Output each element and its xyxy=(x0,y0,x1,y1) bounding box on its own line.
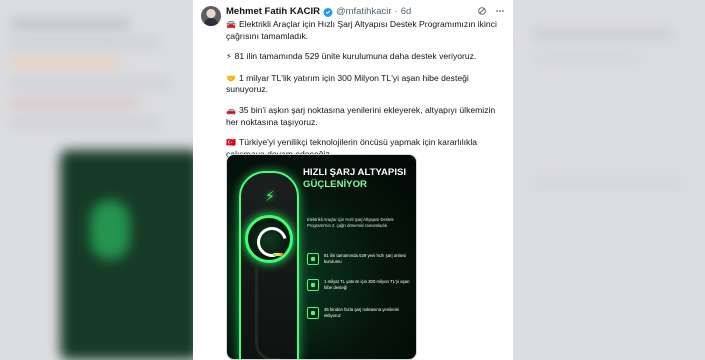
paragraph-text: 81 ilin tamamında 529 ünite kurulumuna d… xyxy=(234,51,477,62)
lightning-bolt-icon: ⚡ xyxy=(265,188,275,204)
tweet-card[interactable]: Mehmet Fatih KACIR @mfatihkacir · 6d 🚘 El… xyxy=(193,0,513,360)
card-item: 1 milyar TL yatırım için 300 milyon TL'y… xyxy=(307,279,413,291)
author-name[interactable]: Mehmet Fatih KACIR xyxy=(226,6,320,18)
tweet-header: Mehmet Fatih KACIR @mfatihkacir · 6d xyxy=(226,6,411,18)
tweet-paragraph: 🚘 Elektrikli Araçlar için Hızlı Şarj Alty… xyxy=(226,19,508,41)
card-item: 81 ilin tamamında 529 yeni hızlı şarj ün… xyxy=(307,253,413,265)
card-description: Elektrikli Araçlar için Hızlı Şarj Altya… xyxy=(307,217,394,228)
tweet-time[interactable]: 6d xyxy=(401,6,412,18)
background-left-panel xyxy=(0,0,200,360)
plug-icon xyxy=(307,307,319,319)
car-emoji-icon: 🚗 xyxy=(226,105,236,115)
header-separator: · xyxy=(394,6,398,17)
tweet-image-card[interactable]: ⚡ HIZLI ŞARJ ALTYAPISI GÜÇLENİYOR Elektr… xyxy=(226,154,417,360)
card-item-text: 81 ilin tamamında 529 yeni hızlı şarj ün… xyxy=(324,253,407,264)
car-emoji-icon: 🚘 xyxy=(226,20,236,29)
tweet-actions xyxy=(477,6,505,16)
avatar[interactable] xyxy=(201,6,221,26)
charging-ring-icon xyxy=(245,215,293,263)
tweet-text: 🚘 Elektrikli Araçlar için Hızlı Şarj Alty… xyxy=(226,19,508,169)
card-item-text: 1 milyar TL yatırım için 300 milyon TL'y… xyxy=(324,279,410,290)
paragraph-text: Elektrikli Araçlar için Hızlı Şarj Altya… xyxy=(226,19,497,41)
charger-unit-icon xyxy=(307,253,319,265)
verified-badge-icon xyxy=(323,7,333,17)
tweet-paragraph: 🤝 1 milyar TL'lik yatırım için 300 Milyon… xyxy=(226,73,508,95)
author-handle[interactable]: @mfatihkacir xyxy=(336,6,392,18)
card-item: 35 binden fazla şarj noktasına yenilerin… xyxy=(307,307,413,319)
card-title-line2: GÜÇLENİYOR xyxy=(303,179,367,190)
lightning-emoji-icon: ⚡ xyxy=(226,52,232,62)
card-title: HIZLI ŞARJ ALTYAPISI GÜÇLENİYOR xyxy=(303,167,415,191)
handshake-emoji-icon: 🤝 xyxy=(226,73,236,83)
money-icon xyxy=(307,279,319,291)
charger-cable xyxy=(255,265,281,359)
paragraph-text: 1 milyar TL'lik yatırım için 300 Milyon … xyxy=(226,72,469,95)
card-title-line1: HIZLI ŞARJ ALTYAPISI xyxy=(303,167,407,178)
more-icon[interactable] xyxy=(495,6,505,16)
tweet-paragraph: ⚡ 81 ilin tamamında 529 ünite kurulumuna … xyxy=(226,51,508,63)
grok-icon[interactable] xyxy=(477,6,487,16)
background-right-panel xyxy=(513,0,705,360)
turkey-flag-emoji-icon: 🇹🇷 xyxy=(226,138,236,148)
paragraph-text: 35 bin'i aşkın şarj noktasına yenilerini… xyxy=(226,104,496,127)
card-item-text: 35 binden fazla şarj noktasına yenilerin… xyxy=(324,307,400,318)
tweet-paragraph: 🚗 35 bin'i aşkın şarj noktasına yenilerin… xyxy=(226,105,508,127)
charge-gauge xyxy=(273,253,283,256)
